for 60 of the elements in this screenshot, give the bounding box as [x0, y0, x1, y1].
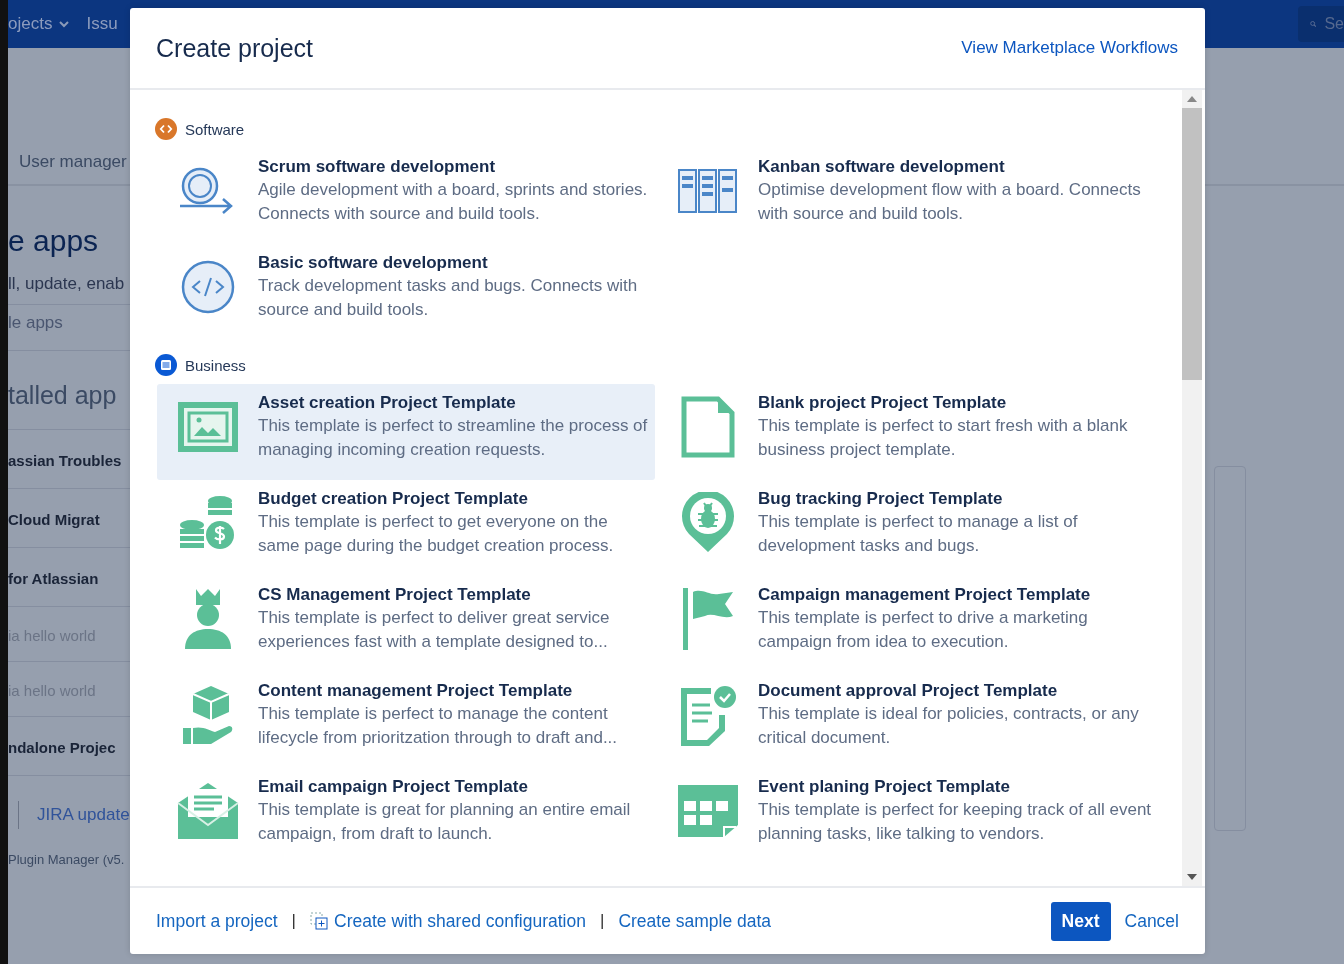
template-title: Asset creation Project Template [258, 392, 517, 414]
page-heading: e apps [8, 224, 100, 259]
footer-link[interactable]: Create with shared configuration [334, 910, 586, 932]
scroll-up-arrow-icon[interactable] [1187, 96, 1197, 102]
template-description: This template is perfect to start fresh with a blank business project template. [758, 415, 1129, 461]
template-title: Scrum software development [258, 156, 497, 178]
image-frame-icon [175, 400, 240, 454]
category-label: Software [185, 120, 245, 138]
template-title: Event planing Project Template [758, 776, 1011, 798]
kanban-board-icon [676, 168, 739, 214]
template-description: This template is perfect to streamline the process of managing incoming creation requests. [258, 415, 649, 461]
category-label: Business [185, 356, 246, 374]
dialog-title: Create project [156, 33, 314, 63]
calendar-icon [675, 783, 740, 839]
template-title: Basic software development [258, 252, 489, 274]
cancel-link[interactable]: Cancel [1124, 910, 1179, 932]
template-description: This template is perfect to manage a list of development tasks and bugs. [758, 511, 1079, 557]
cube-hand-icon [180, 684, 235, 746]
template-description: This template is ideal for policies, contracts, or any critical document. [758, 703, 1140, 749]
flag-icon [680, 588, 735, 650]
code-circle-icon [179, 259, 236, 315]
document-badge-icon [155, 354, 177, 376]
template-option[interactable]: Asset creation Project Template This template is perfect to streamline the process of managing incoming creation requests. [157, 384, 655, 480]
chevron-down-icon [58, 20, 71, 28]
template-title: Blank project Project Template [758, 392, 1008, 414]
separator: | [291, 911, 296, 931]
marketplace-link[interactable]: View Marketplace Workflows [961, 38, 1178, 58]
template-description: Optimise development flow with a board. Connects with source and build tools. [758, 179, 1142, 225]
envelope-icon [175, 781, 240, 841]
shared-config-icon [310, 912, 328, 930]
template-title: Bug tracking Project Template [758, 488, 1004, 510]
search-placeholder: Se [1324, 15, 1344, 33]
code-badge-icon [155, 118, 177, 140]
scrollbar[interactable] [1182, 90, 1202, 886]
template-title: Email campaign Project Template [258, 776, 529, 798]
next-button[interactable]: Next [1050, 901, 1111, 941]
nav-item[interactable]: ojects [8, 14, 71, 34]
footer-link[interactable]: Create sample data [618, 910, 772, 932]
template-description: This template is perfect to deliver great service experiences fast with a template designed to... [258, 607, 611, 653]
template-description: This template is perfect to manage the content lifecycle from prioritzation through to draft and... [258, 703, 619, 749]
template-title: Campaign management Project Template [758, 584, 1092, 606]
blank-page-icon [680, 396, 735, 458]
template-title: Kanban software development [758, 156, 1006, 178]
template-description: Track development tasks and bugs. Connects with source and build tools. [258, 275, 639, 321]
template-title: Content management Project Template [258, 680, 574, 702]
template-title: Document approval Project Template [758, 680, 1059, 702]
template-description: This template is perfect to get everyone on the same page during the budget creation process. [258, 511, 615, 557]
template-description: This template is perfect to drive a marketing campaign from idea to execution. [758, 607, 1089, 653]
template-title: CS Management Project Template [258, 584, 532, 606]
separator: | [599, 911, 605, 931]
template-title: Budget creation Project Template [258, 488, 529, 510]
footer-link[interactable]: Import a project [156, 910, 278, 932]
template-description: This template is perfect for keeping track of all event planning tasks, like talking to vendors. [758, 799, 1153, 845]
scrollbar-thumb[interactable] [1182, 108, 1202, 380]
scroll-down-arrow-icon[interactable] [1187, 874, 1197, 880]
bug-pin-icon [680, 492, 735, 554]
nav-item[interactable]: Issu [86, 14, 118, 34]
template-description: Agile development with a board, sprints and stories. Connects with source and build tools. [258, 179, 649, 225]
template-description: This template is great for planning an entire email campaign, from draft to launch. [258, 799, 632, 845]
footer-text: Plugin Manager (v5. [8, 852, 126, 867]
